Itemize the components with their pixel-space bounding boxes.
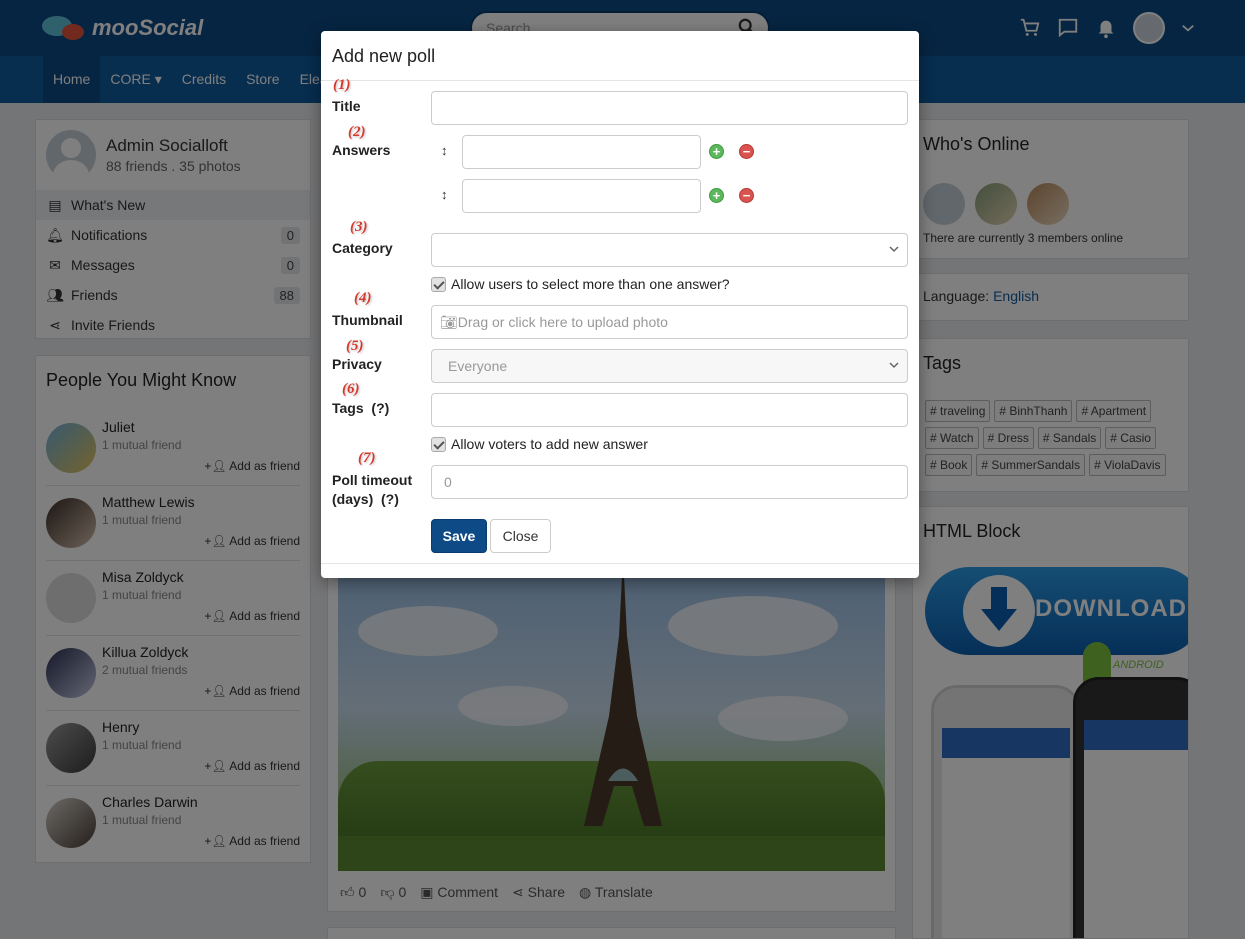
camera-icon: 📷︎: [440, 314, 458, 330]
tags-label-text: Tags: [332, 400, 364, 416]
thumbnail-label: Thumbnail: [332, 312, 403, 328]
category-select[interactable]: [431, 233, 908, 267]
poll-timeout-value: 0: [444, 474, 452, 490]
answers-label: Answers: [332, 142, 391, 158]
multi-answer-checkbox[interactable]: Allow users to select more than one answ…: [431, 276, 730, 292]
checkbox-checked[interactable]: [431, 276, 446, 292]
voters-add-label: Allow voters to add new answer: [451, 436, 648, 452]
category-label: Category: [332, 240, 393, 256]
remove-answer-icon[interactable]: −: [739, 144, 754, 159]
privacy-value: Everyone: [448, 358, 508, 374]
step-number: (3): [350, 219, 368, 235]
checkbox-checked[interactable]: [431, 436, 446, 452]
dialog-footer-divider: [321, 563, 919, 564]
timeout-help-icon[interactable]: (?): [381, 491, 399, 507]
add-answer-icon[interactable]: +: [709, 188, 724, 203]
thumbnail-placeholder: Drag or click here to upload photo: [457, 314, 668, 330]
answer-input-1[interactable]: [462, 135, 701, 169]
tags-label: Tags (?): [332, 399, 389, 418]
title-input[interactable]: [431, 91, 908, 125]
poll-timeout-label-line2: (days): [332, 491, 374, 507]
chevron-down-icon: [889, 362, 899, 369]
thumbnail-upload[interactable]: 📷︎Drag or click here to upload photo: [431, 305, 908, 339]
poll-timeout-label: Poll timeout (days) (?): [332, 471, 412, 509]
step-number: (2): [348, 124, 366, 140]
dialog-header: Add new poll: [321, 31, 919, 81]
voters-add-answer-checkbox[interactable]: Allow voters to add new answer: [431, 436, 648, 452]
step-number: (5): [346, 338, 364, 354]
privacy-select[interactable]: Everyone: [431, 349, 908, 383]
step-number: (4): [354, 290, 372, 306]
drag-handle-icon[interactable]: ↕: [441, 187, 448, 202]
save-button[interactable]: Save: [431, 519, 487, 553]
poll-timeout-label-line1: Poll timeout: [332, 472, 413, 488]
step-number: (7): [358, 450, 376, 466]
step-number: (6): [342, 381, 360, 397]
step-number: (1): [333, 77, 351, 93]
remove-answer-icon[interactable]: −: [739, 188, 754, 203]
poll-timeout-input[interactable]: 0: [431, 465, 908, 499]
add-poll-dialog: Add new poll (1) Title (2) Answers ↕ + −…: [321, 31, 919, 578]
add-answer-icon[interactable]: +: [709, 144, 724, 159]
chevron-down-icon: [889, 246, 899, 253]
answer-input-2[interactable]: [462, 179, 701, 213]
tags-input[interactable]: [431, 393, 908, 427]
tags-help-icon[interactable]: (?): [371, 400, 389, 416]
privacy-label: Privacy: [332, 356, 382, 372]
title-label: Title: [332, 98, 361, 114]
drag-handle-icon[interactable]: ↕: [441, 143, 448, 158]
dialog-title: Add new poll: [332, 46, 436, 66]
close-button[interactable]: Close: [490, 519, 551, 553]
multi-answer-label: Allow users to select more than one answ…: [451, 276, 730, 292]
